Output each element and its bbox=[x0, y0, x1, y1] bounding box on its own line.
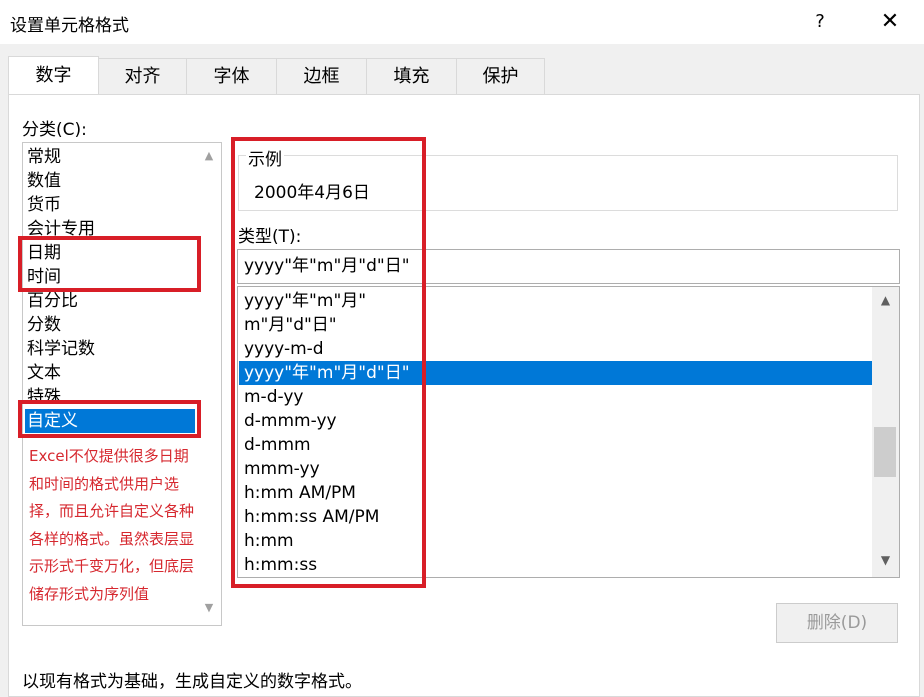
dialog-title: 设置单元格格式 bbox=[10, 16, 129, 36]
type-item[interactable]: d-mmm-yy bbox=[244, 409, 337, 433]
chevron-up-icon[interactable]: ▲ bbox=[872, 293, 899, 311]
tab-strip: 数字 对齐 字体 边框 填充 保护 bbox=[0, 56, 924, 94]
type-item[interactable]: yyyy"年"m"月" bbox=[244, 289, 366, 313]
format-description: 以现有格式为基础，生成自定义的数字格式。 bbox=[22, 672, 362, 692]
type-item[interactable]: m"月"d"日" bbox=[244, 313, 337, 337]
type-list[interactable]: yyyy"年"m"月" m"月"d"日" yyyy-m-d yyyy"年"m"月… bbox=[237, 286, 900, 578]
type-label: 类型(T): bbox=[238, 227, 302, 247]
tab-fill[interactable]: 填充 bbox=[366, 58, 457, 94]
delete-button[interactable]: 删除(D) bbox=[776, 603, 898, 643]
category-item-fraction[interactable]: 分数 bbox=[27, 313, 61, 337]
tab-border[interactable]: 边框 bbox=[276, 58, 367, 94]
category-item-accounting[interactable]: 会计专用 bbox=[27, 217, 95, 241]
sample-label: 示例 bbox=[246, 145, 284, 170]
type-item[interactable]: h:mm AM/PM bbox=[244, 481, 356, 505]
category-list[interactable]: 常规 数值 货币 会计专用 日期 时间 百分比 分数 科学记数 文本 特殊 自定… bbox=[22, 142, 222, 626]
close-button[interactable]: ✕ bbox=[874, 8, 906, 36]
category-item-number[interactable]: 数值 bbox=[27, 169, 61, 193]
category-item-currency[interactable]: 货币 bbox=[27, 193, 61, 217]
help-button[interactable]: ? bbox=[806, 8, 834, 36]
category-item-text[interactable]: 文本 bbox=[27, 361, 61, 385]
category-item-special[interactable]: 特殊 bbox=[27, 385, 61, 409]
type-item[interactable]: h:mm:ss AM/PM bbox=[244, 505, 379, 529]
type-item[interactable]: m-d-yy bbox=[244, 385, 303, 409]
category-item-custom[interactable]: 自定义 bbox=[25, 409, 195, 433]
chevron-down-icon[interactable]: ▼ bbox=[872, 553, 899, 571]
category-item-time[interactable]: 时间 bbox=[27, 265, 61, 289]
tab-number[interactable]: 数字 bbox=[8, 56, 99, 94]
title-bar: 设置单元格格式 ? ✕ bbox=[0, 0, 924, 44]
type-item[interactable]: h:mm bbox=[244, 529, 294, 553]
category-item-scientific[interactable]: 科学记数 bbox=[27, 337, 95, 361]
type-item[interactable]: h:mm:ss bbox=[244, 553, 317, 577]
type-list-scrollbar[interactable]: ▲ ▼ bbox=[872, 287, 899, 577]
category-annotation: Excel不仅提供很多日期和时间的格式供用户选择，而且允许自定义各种各样的格式。… bbox=[29, 447, 195, 603]
scrollbar-thumb[interactable] bbox=[874, 427, 896, 477]
chevron-down-icon[interactable]: ▼ bbox=[201, 601, 217, 617]
type-item-selected[interactable]: yyyy"年"m"月"d"日" bbox=[239, 361, 872, 385]
type-item[interactable]: d-mmm bbox=[244, 433, 311, 457]
category-item-general[interactable]: 常规 bbox=[27, 145, 61, 169]
category-item-date[interactable]: 日期 bbox=[27, 241, 61, 265]
tab-protection[interactable]: 保护 bbox=[456, 58, 545, 94]
type-item[interactable]: mmm-yy bbox=[244, 457, 320, 481]
tab-alignment[interactable]: 对齐 bbox=[98, 58, 187, 94]
type-input[interactable]: yyyy"年"m"月"d"日" bbox=[237, 249, 900, 284]
tab-font[interactable]: 字体 bbox=[186, 58, 277, 94]
category-item-percentage[interactable]: 百分比 bbox=[27, 289, 78, 313]
type-item[interactable]: yyyy-m-d bbox=[244, 337, 324, 361]
category-label: 分类(C): bbox=[22, 120, 87, 140]
chevron-up-icon[interactable]: ▲ bbox=[201, 149, 217, 165]
sample-value: 2000年4月6日 bbox=[254, 183, 370, 203]
